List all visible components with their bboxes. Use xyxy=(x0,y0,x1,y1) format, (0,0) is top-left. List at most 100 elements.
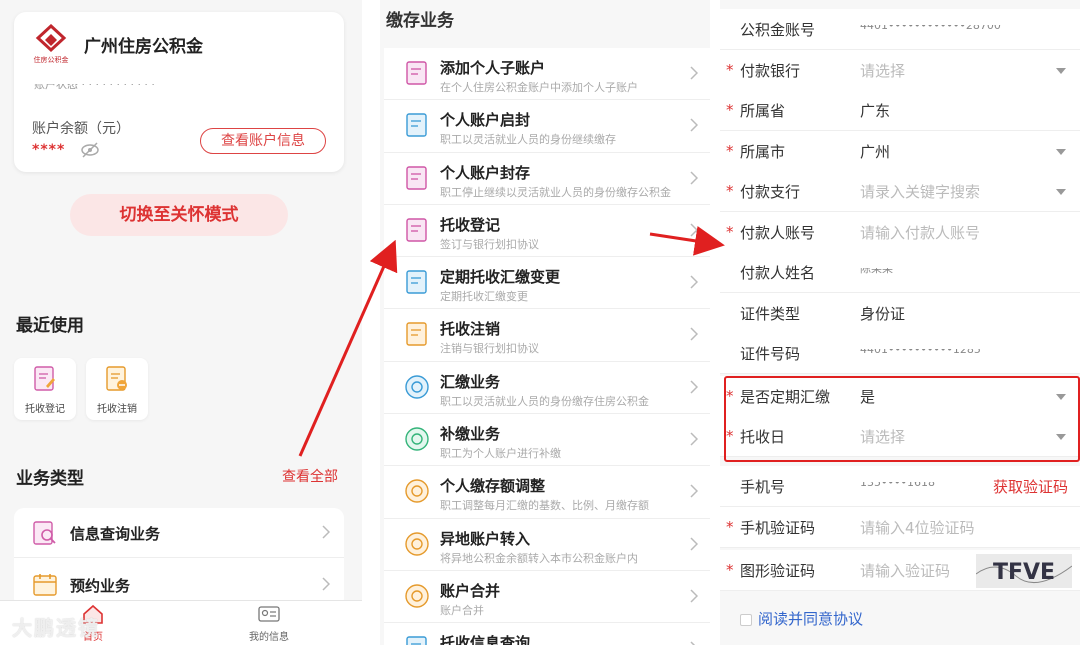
recent-item-tuoshou-dengji[interactable]: 托收登记 xyxy=(14,358,76,420)
balance-label: 账户余额（元） xyxy=(32,121,130,137)
business-item[interactable]: 账户合并 账户合并 xyxy=(384,571,710,624)
yen-plus-icon xyxy=(405,427,429,451)
form-cancel-icon xyxy=(106,366,127,391)
form-row: 付款人姓名 陈某某 xyxy=(720,252,1080,293)
business-item[interactable]: 托收注销注销与银行划扣协议 xyxy=(384,309,710,362)
form-row: * 所属省 广东 xyxy=(720,90,1080,131)
merge-icon xyxy=(405,584,429,608)
business-item[interactable]: 个人缴存额调整 职工调整每月汇缴的基数、比例、月缴存额 xyxy=(384,466,710,519)
agreement-row[interactable]: 阅读并同意协议 xyxy=(720,598,1080,645)
watermark-text: 大鹏透镜 xyxy=(12,616,100,640)
agree-checkbox[interactable] xyxy=(740,614,752,626)
business-item-subtitle: 职工以灵活就业人员的身份缴存住房公积金 xyxy=(440,394,649,408)
recent-item-tuoshou-zhuxiao[interactable]: 托收注销 xyxy=(86,358,148,420)
business-item-title: 异地账户转入 xyxy=(440,529,531,548)
search-doc-icon xyxy=(406,636,427,645)
field-input[interactable]: 请输入验证码 xyxy=(860,560,950,581)
required-asterisk: * xyxy=(726,223,734,241)
field-input[interactable]: 请输入付款人账号 xyxy=(860,222,980,243)
business-item[interactable]: 异地账户转入 将异地公积金余额转入本市公积金账户内 xyxy=(384,519,710,571)
get-code-button[interactable]: 获取验证码 xyxy=(993,476,1068,497)
field-label: 所属省 xyxy=(740,102,786,120)
form-row: * 付款人账号 请输入付款人账号 xyxy=(720,212,1080,253)
chevron-right-icon xyxy=(690,537,698,551)
view-account-button[interactable]: 查看账户信息 xyxy=(200,128,326,154)
field-label: 证件号码 xyxy=(740,345,801,363)
masked-value: 陈某某 xyxy=(860,268,893,275)
biz-type-list: 信息查询业务 预约业务 xyxy=(14,508,344,608)
query-icon xyxy=(33,521,56,545)
field-input[interactable]: 身份证 xyxy=(860,303,905,324)
required-asterisk: * xyxy=(726,101,734,119)
business-item-title: 个人账户启封 xyxy=(440,111,531,130)
business-item[interactable]: 托收信息查询 xyxy=(384,623,710,645)
captcha-image[interactable]: TFVE xyxy=(976,554,1072,588)
field-input[interactable]: 请录入关键字搜索 xyxy=(860,181,980,202)
business-item[interactable]: 托收登记 签订与银行划扣协议 xyxy=(384,205,710,258)
business-item[interactable]: 定期托收汇缴变更 定期托收汇缴变更 xyxy=(384,257,710,310)
business-item[interactable]: 添加个人子账户 在个人住房公积金账户中添加个人子账户 xyxy=(384,48,710,101)
transfer-in-icon xyxy=(405,531,429,556)
folder-open-icon xyxy=(406,113,427,137)
recent-title: 最近使用 xyxy=(16,316,84,336)
form-edit-icon xyxy=(34,366,55,391)
business-item-subtitle: 职工停止继续以灵活就业人员的身份缴存公积金 xyxy=(440,185,671,199)
masked-value: 4401••••••••••••28700 xyxy=(860,25,1001,32)
balance-value: **** xyxy=(32,142,66,158)
business-item-subtitle: 定期托收汇缴变更 xyxy=(440,290,528,304)
business-item-title: 托收注销 xyxy=(440,320,501,339)
required-asterisk: * xyxy=(726,182,734,200)
chevron-right-icon xyxy=(690,432,698,446)
chevron-right-icon xyxy=(690,171,698,185)
field-input[interactable]: 请输入4位验证码 xyxy=(860,517,975,538)
account-status-masked: 账户状态 · · · · · · · · · · · xyxy=(34,84,274,90)
chevron-right-icon xyxy=(690,118,698,132)
form-row: 证件类型 身份证 xyxy=(720,293,1080,334)
field-input[interactable]: 请选择 xyxy=(860,60,905,81)
home-screen: 住房公积金 广州住房公积金 账户状态 · · · · · · · · · · ·… xyxy=(0,0,362,645)
yen-adjust-icon xyxy=(405,479,429,504)
chevron-right-icon xyxy=(322,525,330,539)
masked-value: 4401••••••••••1285 xyxy=(860,349,981,356)
business-item-subtitle: 签订与银行划扣协议 xyxy=(440,237,539,251)
dropdown-arrow-icon[interactable] xyxy=(1056,68,1066,74)
form-row: 公积金账号 4401••••••••••••28700 xyxy=(720,9,1080,50)
chevron-right-icon xyxy=(690,641,695,645)
masked-value: 135••••1618 xyxy=(860,482,935,489)
form-row: * 图形验证码 请输入验证码 TFVE xyxy=(720,550,1080,591)
business-item-subtitle: 账户合并 xyxy=(440,603,484,617)
chevron-right-icon xyxy=(690,223,698,237)
form-cancel-icon xyxy=(406,322,427,347)
agree-link[interactable]: 阅读并同意协议 xyxy=(758,608,863,629)
tab-my-info-label: 我的信息 xyxy=(249,632,289,643)
brand-title: 广州住房公积金 xyxy=(84,37,203,57)
yen-circle-icon xyxy=(405,375,429,399)
deposit-business-screen: 缴存业务 添加个人子账户 在个人住房公积金账户中添加个人子账户 个人账户启封 职工以灵… xyxy=(380,0,710,645)
business-item-title: 托收信息查询 xyxy=(440,634,531,645)
chevron-right-icon xyxy=(690,484,698,498)
business-item[interactable]: 个人账户封存 职工停止继续以灵活就业人员的身份缴存公积金 xyxy=(384,153,710,205)
chevron-right-icon xyxy=(690,66,698,80)
business-item[interactable]: 个人账户启封 职工以灵活就业人员的身份继续缴存 xyxy=(384,100,710,153)
form-row: * 所属市 广州 xyxy=(720,131,1080,172)
tab-my-info[interactable]: 我的信息 xyxy=(246,606,292,643)
required-asterisk: * xyxy=(726,142,734,160)
eye-hidden-icon[interactable] xyxy=(80,142,100,158)
dropdown-arrow-icon[interactable] xyxy=(1056,149,1066,155)
business-item-subtitle: 注销与银行划扣协议 xyxy=(440,342,539,356)
dropdown-arrow-icon[interactable] xyxy=(1056,189,1066,195)
business-item-title: 添加个人子账户 xyxy=(440,59,546,77)
biz-item-info-query[interactable]: 信息查询业务 xyxy=(14,508,344,558)
business-item-title: 汇缴业务 xyxy=(440,372,501,391)
see-all-link[interactable]: 查看全部 xyxy=(282,466,338,486)
field-input[interactable]: 广州 xyxy=(860,141,890,162)
business-item-title: 定期托收汇缴变更 xyxy=(440,268,561,287)
collection-registration-form: 公积金账号 4401••••••••••••28700 * 付款银行 请选择 * 所属省 广东… xyxy=(720,0,1080,645)
field-label: 公积金账号 xyxy=(740,21,816,39)
field-label: 付款银行 xyxy=(740,62,801,80)
care-mode-button[interactable]: 切换至关怀模式 xyxy=(70,194,288,236)
business-item[interactable]: 汇缴业务职工以灵活就业人员的身份缴存住房公积金 xyxy=(384,362,710,415)
form-row: 手机号 135••••1618 获取验证码 xyxy=(720,466,1080,507)
business-item[interactable]: 补缴业务 职工为个人账户进行补缴 xyxy=(384,414,710,467)
field-input[interactable]: 广东 xyxy=(860,100,890,121)
